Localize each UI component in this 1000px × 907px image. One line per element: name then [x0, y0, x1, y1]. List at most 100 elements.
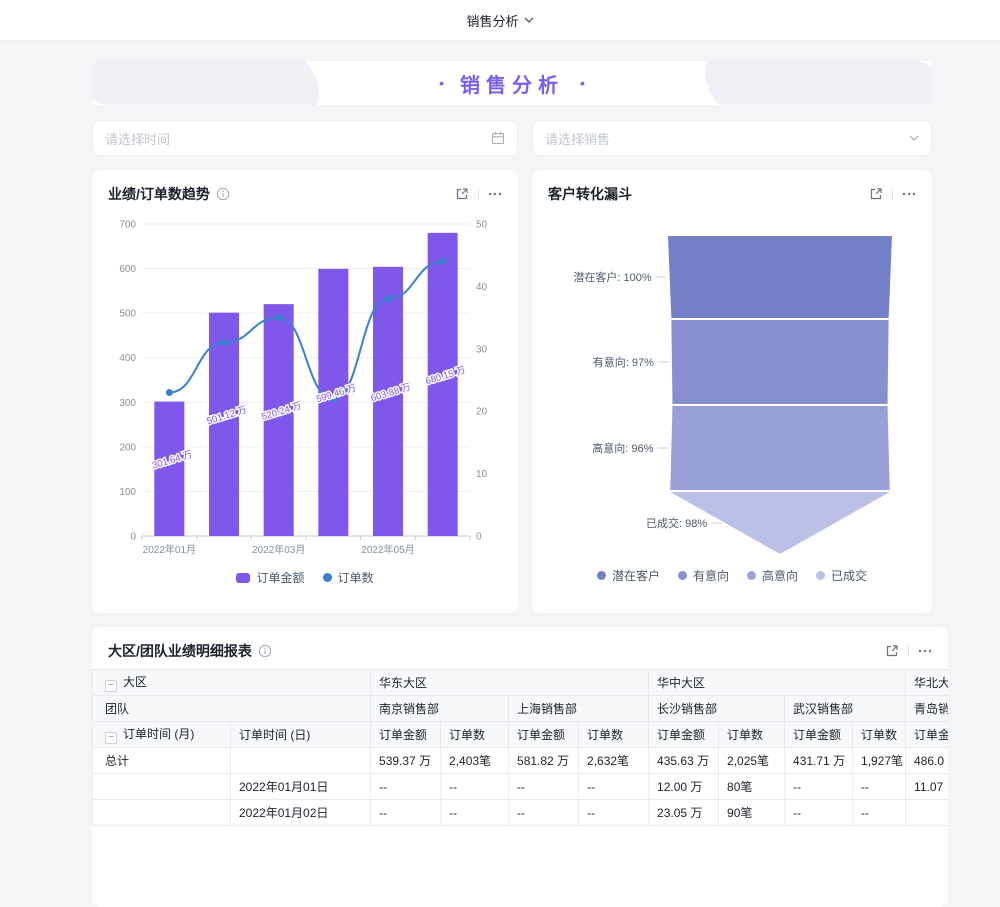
card-actions	[455, 187, 502, 201]
svg-text:0: 0	[476, 532, 482, 543]
table-cell: 435.63 万	[649, 748, 719, 774]
table-header-cell: 武汉销售部	[785, 696, 906, 722]
line-point	[385, 295, 392, 302]
table-cell: 2022年01月01日	[231, 774, 371, 800]
table-cell: --	[785, 800, 853, 826]
table-row: 总计539.37 万2,403笔581.82 万2,632笔435.63 万2,…	[93, 748, 949, 774]
svg-text:500: 500	[119, 309, 136, 320]
table-header-label: 订单金额	[914, 728, 948, 742]
table-cell: 80笔	[719, 774, 785, 800]
funnel-chart: 潜在客户: 100%有意向: 97%高意向: 96%已成交: 98%	[548, 212, 916, 560]
more-options-icon[interactable]	[902, 187, 916, 201]
time-filter-placeholder: 请选择时间	[105, 129, 170, 148]
table-cell: 总计	[93, 748, 231, 774]
info-icon[interactable]	[258, 644, 272, 658]
chevron-down-icon	[524, 17, 534, 24]
funnel-card-title: 客户转化漏斗	[548, 184, 632, 204]
table-header-cell: 订单时间 (日)	[231, 722, 371, 748]
table-cell: 90笔	[719, 800, 785, 826]
table-cell: 2022年01月02日	[231, 800, 371, 826]
table-row: 2022年01月01日--------12.00 万80笔----11.07	[93, 774, 949, 800]
legend-label: 已成交	[831, 567, 867, 584]
funnel-card-header: 客户转化漏斗	[532, 170, 932, 212]
funnel-label: 高意向: 96%	[592, 441, 653, 455]
legend-label: 订单数	[338, 569, 374, 586]
table-cell: 431.71 万	[785, 748, 853, 774]
time-filter-input[interactable]: 请选择时间	[92, 120, 518, 156]
trend-chart-wrap: 0100200300400500600700010203040502022年01…	[92, 212, 518, 586]
svg-text:600: 600	[119, 264, 136, 275]
table-header-label: 订单时间 (日)	[239, 728, 310, 742]
open-in-new-icon[interactable]	[885, 644, 899, 658]
line-point	[275, 314, 282, 321]
open-in-new-icon[interactable]	[455, 187, 469, 201]
legend-label: 有意向	[693, 567, 729, 584]
table-header-label: 华东大区	[379, 676, 427, 690]
funnel-segment	[671, 320, 888, 404]
table-cell: 486.0	[906, 748, 948, 774]
chevron-down-icon	[909, 135, 919, 142]
trend-card-title: 业绩/订单数趋势	[108, 184, 210, 204]
dashboard-main: • 销售分析 • 请选择时间 请选择销售 业绩/订单数趋势	[0, 41, 1000, 907]
banner-dot-right: •	[580, 75, 585, 91]
table-cell: --	[509, 774, 579, 800]
legend-marker	[816, 571, 825, 580]
table-header-cell: 订单数	[579, 722, 649, 748]
table-header-cell: 订单数	[441, 722, 509, 748]
table-cell: --	[579, 774, 649, 800]
more-options-icon[interactable]	[488, 187, 502, 201]
collapse-icon[interactable]: −	[105, 680, 117, 692]
more-options-icon[interactable]	[918, 644, 932, 658]
open-in-new-icon[interactable]	[869, 187, 883, 201]
dashboard-banner: • 销售分析 •	[92, 61, 932, 105]
table-cell: 539.37 万	[371, 748, 441, 774]
funnel-label: 已成交: 98%	[646, 516, 707, 530]
table-header-label: 订单金额	[793, 728, 841, 742]
table-cell: 23.05 万	[649, 800, 719, 826]
funnel-chart-wrap: 潜在客户: 100%有意向: 97%高意向: 96%已成交: 98% 潜在客户有…	[532, 212, 932, 584]
legend-item[interactable]: 潜在客户	[597, 567, 660, 584]
table-cell: --	[441, 800, 509, 826]
divider	[478, 188, 479, 200]
table-cell: --	[371, 774, 441, 800]
table-cell: --	[853, 774, 906, 800]
trend-chart: 0100200300400500600700010203040502022年01…	[108, 212, 502, 562]
table-cell: 2,632笔	[579, 748, 649, 774]
svg-text:700: 700	[119, 220, 136, 231]
table-header-label: 长沙销售部	[657, 702, 717, 716]
legend-item[interactable]: 订单数	[323, 569, 374, 586]
table-cell: --	[853, 800, 906, 826]
table-header-label: 订单金额	[657, 728, 705, 742]
table-header-label: 订单金额	[517, 728, 565, 742]
table-cell	[906, 800, 948, 826]
trend-card: 业绩/订单数趋势	[92, 170, 518, 613]
svg-text:300: 300	[119, 398, 136, 409]
topbar-title[interactable]: 销售分析	[466, 11, 518, 30]
table-header-cell: 华东大区	[371, 670, 649, 696]
collapse-icon[interactable]: −	[105, 732, 117, 744]
table-header-cell: 订单金额	[906, 722, 948, 748]
table-header-cell: 青岛销售部	[906, 696, 948, 722]
report-card-header: 大区/团队业绩明细报表	[92, 627, 948, 669]
sales-filter-select[interactable]: 请选择销售	[532, 120, 932, 156]
table-header-label: 上海销售部	[517, 702, 577, 716]
svg-text:30: 30	[476, 344, 488, 355]
legend-item[interactable]: 高意向	[747, 567, 798, 584]
legend-item[interactable]: 有意向	[678, 567, 729, 584]
funnel-legend: 潜在客户 有意向 高意向 已成交	[548, 567, 916, 584]
funnel-segment	[670, 406, 890, 490]
table-header-cell: 南京销售部	[371, 696, 509, 722]
table-header-cell: 华北大区	[906, 670, 948, 696]
legend-item[interactable]: 已成交	[816, 567, 867, 584]
table-header-label: 南京销售部	[379, 702, 439, 716]
legend-item[interactable]: 订单金额	[236, 569, 304, 586]
svg-text:40: 40	[476, 282, 488, 293]
info-icon[interactable]	[216, 187, 230, 201]
table-header-cell: 订单金额	[785, 722, 853, 748]
legend-marker	[323, 573, 332, 582]
svg-text:0: 0	[130, 532, 136, 543]
table-header-cell: 长沙销售部	[649, 696, 785, 722]
table-header-label: 青岛销售部	[914, 702, 948, 716]
table-cell	[93, 800, 231, 826]
legend-label: 潜在客户	[612, 567, 660, 584]
